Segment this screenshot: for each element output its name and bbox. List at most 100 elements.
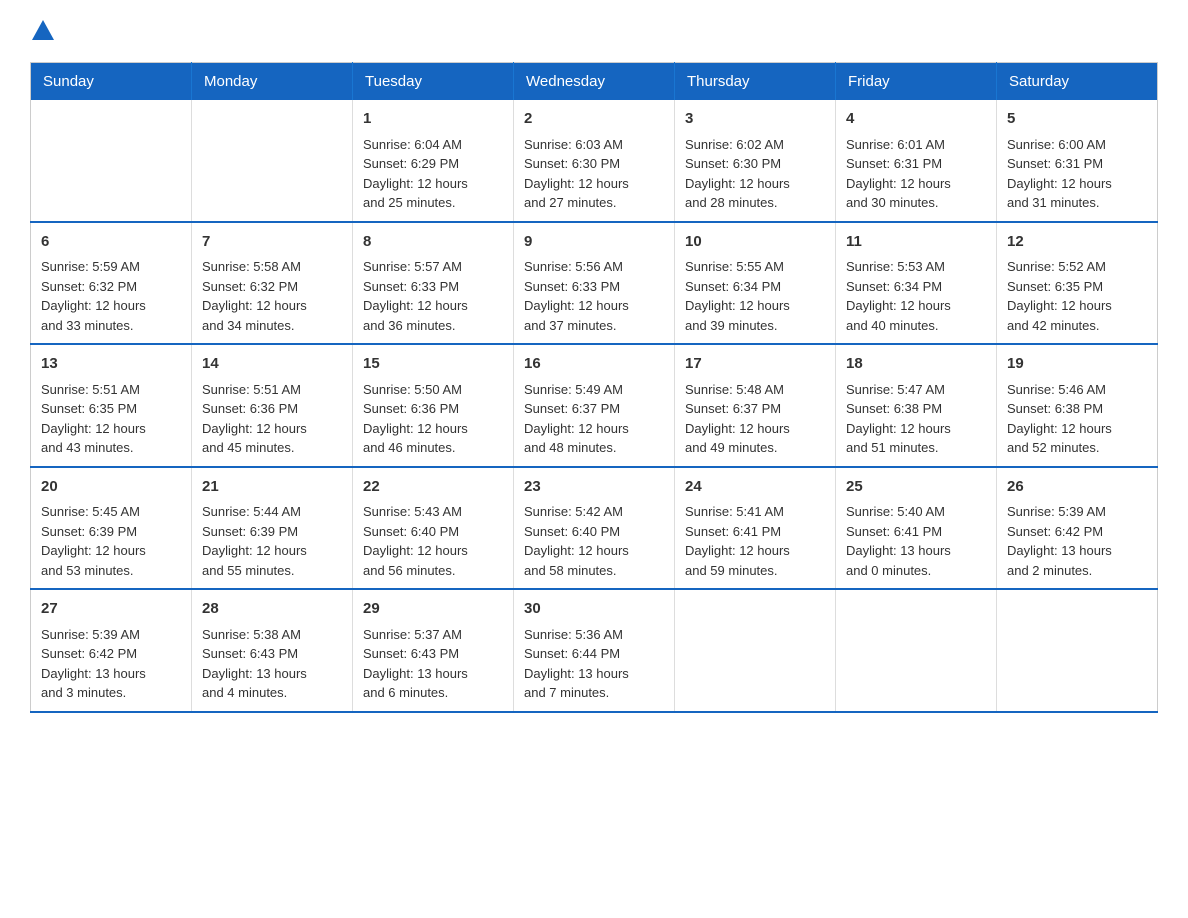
day-info: Sunrise: 5:36 AM Sunset: 6:44 PM Dayligh… [524, 625, 664, 703]
calendar-table: SundayMondayTuesdayWednesdayThursdayFrid… [30, 62, 1158, 713]
day-header-saturday: Saturday [997, 63, 1158, 101]
logo-wordmark [30, 20, 54, 46]
day-number: 1 [363, 108, 503, 131]
day-number: 11 [846, 231, 986, 254]
calendar-week-row: 1 Sunrise: 6:04 AM Sunset: 6:29 PM Daylig… [31, 100, 1158, 222]
calendar-cell: 9Sunrise: 5:56 AM Sunset: 6:33 PM Daylig… [514, 222, 675, 345]
calendar-cell: 21 Sunrise: 5:44 AM Sunset: 6:39 PM Dayli… [192, 467, 353, 590]
calendar-cell [31, 100, 192, 222]
day-header-wednesday: Wednesday [514, 63, 675, 101]
calendar-cell: 4Sunrise: 6:01 AM Sunset: 6:31 PM Daylig… [836, 100, 997, 222]
logo-icon [32, 20, 54, 40]
day-number: 8 [363, 231, 503, 254]
calendar-cell: 15 Sunrise: 5:50 AM Sunset: 6:36 PM Dayli… [353, 344, 514, 467]
day-number: 21 [202, 476, 342, 499]
calendar-cell: 19 Sunrise: 5:46 AM Sunset: 6:38 PM Dayli… [997, 344, 1158, 467]
day-number: 17 [685, 353, 825, 376]
calendar-week-row: 20 Sunrise: 5:45 AM Sunset: 6:39 PM Dayli… [31, 467, 1158, 590]
calendar-cell: 16Sunrise: 5:49 AM Sunset: 6:37 PM Dayli… [514, 344, 675, 467]
day-info: Sunrise: 5:41 AM Sunset: 6:41 PM Dayligh… [685, 502, 825, 580]
day-info: Sunrise: 5:42 AM Sunset: 6:40 PM Dayligh… [524, 502, 664, 580]
day-number: 29 [363, 598, 503, 621]
day-info: Sunrise: 5:38 AM Sunset: 6:43 PM Dayligh… [202, 625, 342, 703]
day-number: 27 [41, 598, 181, 621]
day-info: Sunrise: 5:39 AM Sunset: 6:42 PM Dayligh… [41, 625, 181, 703]
day-number: 10 [685, 231, 825, 254]
day-info: Sunrise: 5:46 AM Sunset: 6:38 PM Dayligh… [1007, 380, 1147, 458]
day-info: Sunrise: 5:48 AM Sunset: 6:37 PM Dayligh… [685, 380, 825, 458]
day-info: Sunrise: 5:47 AM Sunset: 6:38 PM Dayligh… [846, 380, 986, 458]
calendar-cell: 14 Sunrise: 5:51 AM Sunset: 6:36 PM Dayli… [192, 344, 353, 467]
calendar-cell [192, 100, 353, 222]
day-number: 30 [524, 598, 664, 621]
calendar-cell: 28 Sunrise: 5:38 AM Sunset: 6:43 PM Dayli… [192, 589, 353, 712]
calendar-cell: 6Sunrise: 5:59 AM Sunset: 6:32 PM Daylig… [31, 222, 192, 345]
day-header-friday: Friday [836, 63, 997, 101]
day-number: 18 [846, 353, 986, 376]
day-header-thursday: Thursday [675, 63, 836, 101]
calendar-cell: 10 Sunrise: 5:55 AM Sunset: 6:34 PM Dayli… [675, 222, 836, 345]
day-info: Sunrise: 5:51 AM Sunset: 6:36 PM Dayligh… [202, 380, 342, 458]
day-number: 5 [1007, 108, 1147, 131]
calendar-cell: 5 Sunrise: 6:00 AM Sunset: 6:31 PM Daylig… [997, 100, 1158, 222]
day-info: Sunrise: 5:57 AM Sunset: 6:33 PM Dayligh… [363, 257, 503, 335]
day-number: 19 [1007, 353, 1147, 376]
day-header-sunday: Sunday [31, 63, 192, 101]
day-number: 22 [363, 476, 503, 499]
day-number: 12 [1007, 231, 1147, 254]
day-info: Sunrise: 6:02 AM Sunset: 6:30 PM Dayligh… [685, 135, 825, 213]
calendar-cell: 11 Sunrise: 5:53 AM Sunset: 6:34 PM Dayli… [836, 222, 997, 345]
day-header-tuesday: Tuesday [353, 63, 514, 101]
calendar-cell: 1 Sunrise: 6:04 AM Sunset: 6:29 PM Daylig… [353, 100, 514, 222]
day-info: Sunrise: 5:58 AM Sunset: 6:32 PM Dayligh… [202, 257, 342, 335]
day-number: 14 [202, 353, 342, 376]
page-header [30, 20, 1158, 46]
day-info: Sunrise: 6:03 AM Sunset: 6:30 PM Dayligh… [524, 135, 664, 213]
calendar-cell: 24Sunrise: 5:41 AM Sunset: 6:41 PM Dayli… [675, 467, 836, 590]
day-info: Sunrise: 5:40 AM Sunset: 6:41 PM Dayligh… [846, 502, 986, 580]
logo [30, 20, 54, 46]
day-info: Sunrise: 5:56 AM Sunset: 6:33 PM Dayligh… [524, 257, 664, 335]
calendar-cell: 26Sunrise: 5:39 AM Sunset: 6:42 PM Dayli… [997, 467, 1158, 590]
day-number: 2 [524, 108, 664, 131]
calendar-cell [836, 589, 997, 712]
day-number: 13 [41, 353, 181, 376]
day-number: 7 [202, 231, 342, 254]
day-info: Sunrise: 6:01 AM Sunset: 6:31 PM Dayligh… [846, 135, 986, 213]
day-info: Sunrise: 5:55 AM Sunset: 6:34 PM Dayligh… [685, 257, 825, 335]
day-info: Sunrise: 5:49 AM Sunset: 6:37 PM Dayligh… [524, 380, 664, 458]
calendar-cell: 30 Sunrise: 5:36 AM Sunset: 6:44 PM Dayli… [514, 589, 675, 712]
calendar-cell: 20 Sunrise: 5:45 AM Sunset: 6:39 PM Dayli… [31, 467, 192, 590]
calendar-cell [997, 589, 1158, 712]
day-number: 20 [41, 476, 181, 499]
calendar-cell: 13 Sunrise: 5:51 AM Sunset: 6:35 PM Dayli… [31, 344, 192, 467]
day-number: 26 [1007, 476, 1147, 499]
day-info: Sunrise: 5:44 AM Sunset: 6:39 PM Dayligh… [202, 502, 342, 580]
day-header-monday: Monday [192, 63, 353, 101]
day-info: Sunrise: 5:51 AM Sunset: 6:35 PM Dayligh… [41, 380, 181, 458]
calendar-cell: 22 Sunrise: 5:43 AM Sunset: 6:40 PM Dayli… [353, 467, 514, 590]
calendar-cell: 29Sunrise: 5:37 AM Sunset: 6:43 PM Dayli… [353, 589, 514, 712]
calendar-cell: 27 Sunrise: 5:39 AM Sunset: 6:42 PM Dayli… [31, 589, 192, 712]
calendar-week-row: 13 Sunrise: 5:51 AM Sunset: 6:35 PM Dayli… [31, 344, 1158, 467]
day-info: Sunrise: 5:59 AM Sunset: 6:32 PM Dayligh… [41, 257, 181, 335]
day-number: 25 [846, 476, 986, 499]
day-info: Sunrise: 5:53 AM Sunset: 6:34 PM Dayligh… [846, 257, 986, 335]
calendar-cell: 17 Sunrise: 5:48 AM Sunset: 6:37 PM Dayli… [675, 344, 836, 467]
day-info: Sunrise: 6:04 AM Sunset: 6:29 PM Dayligh… [363, 135, 503, 213]
day-info: Sunrise: 6:00 AM Sunset: 6:31 PM Dayligh… [1007, 135, 1147, 213]
day-number: 3 [685, 108, 825, 131]
calendar-week-row: 27 Sunrise: 5:39 AM Sunset: 6:42 PM Dayli… [31, 589, 1158, 712]
day-number: 28 [202, 598, 342, 621]
calendar-cell: 8 Sunrise: 5:57 AM Sunset: 6:33 PM Daylig… [353, 222, 514, 345]
calendar-header-row: SundayMondayTuesdayWednesdayThursdayFrid… [31, 63, 1158, 101]
day-number: 15 [363, 353, 503, 376]
day-info: Sunrise: 5:45 AM Sunset: 6:39 PM Dayligh… [41, 502, 181, 580]
day-info: Sunrise: 5:43 AM Sunset: 6:40 PM Dayligh… [363, 502, 503, 580]
day-number: 23 [524, 476, 664, 499]
calendar-week-row: 6Sunrise: 5:59 AM Sunset: 6:32 PM Daylig… [31, 222, 1158, 345]
calendar-cell: 2 Sunrise: 6:03 AM Sunset: 6:30 PM Daylig… [514, 100, 675, 222]
calendar-cell: 12Sunrise: 5:52 AM Sunset: 6:35 PM Dayli… [997, 222, 1158, 345]
day-info: Sunrise: 5:50 AM Sunset: 6:36 PM Dayligh… [363, 380, 503, 458]
calendar-cell: 25 Sunrise: 5:40 AM Sunset: 6:41 PM Dayli… [836, 467, 997, 590]
